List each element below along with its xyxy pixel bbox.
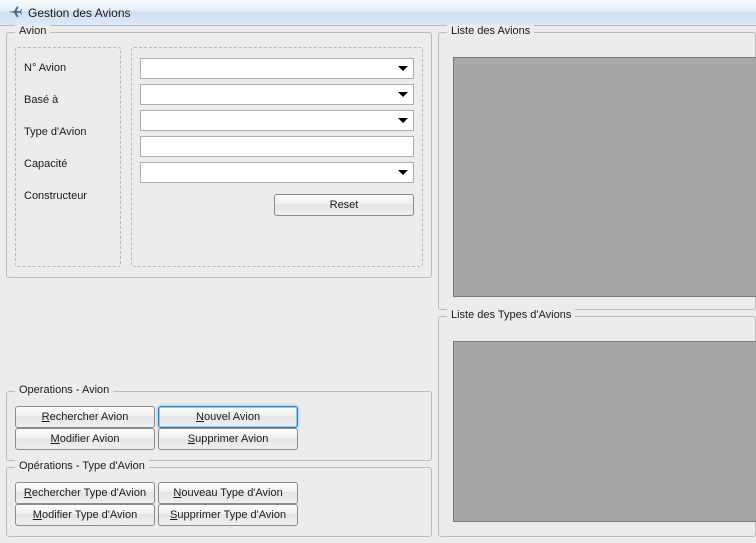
supprimer-type-button[interactable]: Supprimer Type d'Avion [158,504,298,526]
label-base: Basé à [24,90,112,111]
ops-type-legend: Opérations - Type d'Avion [15,460,149,472]
liste-types-groupbox: Liste des Types d'Avions [438,316,756,537]
type-avion-select[interactable] [140,110,414,131]
window-title: Gestion des Avions [28,6,131,20]
capacite-input[interactable] [140,136,414,157]
operations-avion-groupbox: Operations - Avion Rechercher Avion Nouv… [6,391,432,461]
workspace: Avion N° Avion Basé à Type d'Avion Capac… [0,26,756,543]
airplane-icon [8,4,22,21]
ops-avion-legend: Operations - Avion [15,384,113,396]
liste-avions-groupbox: Liste des Avions [438,32,756,310]
modifier-avion-button[interactable]: Modifier Avion [15,428,155,450]
rechercher-avion-button[interactable]: Rechercher Avion [15,406,155,428]
constructeur-select[interactable] [140,162,414,183]
liste-types-grid[interactable] [453,341,756,522]
fields-pane: Reset [131,47,423,267]
avion-groupbox: Avion N° Avion Basé à Type d'Avion Capac… [6,32,432,278]
label-type: Type d'Avion [24,122,112,143]
spacer [6,284,432,385]
title-bar: Gestion des Avions [0,0,756,26]
nouveau-type-button[interactable]: Nouveau Type d'Avion [158,482,298,504]
nouvel-avion-button[interactable]: Nouvel Avion [158,406,298,428]
label-capacite: Capacité [24,154,112,175]
label-constructeur: Constructeur [24,186,112,207]
label-num-avion: N° Avion [24,58,112,79]
right-column: Liste des Avions Liste des Types d'Avion… [438,32,756,537]
liste-avions-grid[interactable] [453,57,756,297]
liste-avions-legend: Liste des Avions [447,25,534,37]
num-avion-select[interactable] [140,58,414,79]
avion-legend: Avion [15,25,50,37]
supprimer-avion-button[interactable]: Supprimer Avion [158,428,298,450]
base-select[interactable] [140,84,414,105]
operations-type-groupbox: Opérations - Type d'Avion Rechercher Typ… [6,467,432,537]
reset-button[interactable]: Reset [274,194,414,216]
liste-types-legend: Liste des Types d'Avions [447,309,575,321]
left-column: Avion N° Avion Basé à Type d'Avion Capac… [6,32,432,537]
rechercher-type-button[interactable]: Rechercher Type d'Avion [15,482,155,504]
labels-pane: N° Avion Basé à Type d'Avion Capacité Co… [15,47,121,267]
modifier-type-button[interactable]: Modifier Type d'Avion [15,504,155,526]
